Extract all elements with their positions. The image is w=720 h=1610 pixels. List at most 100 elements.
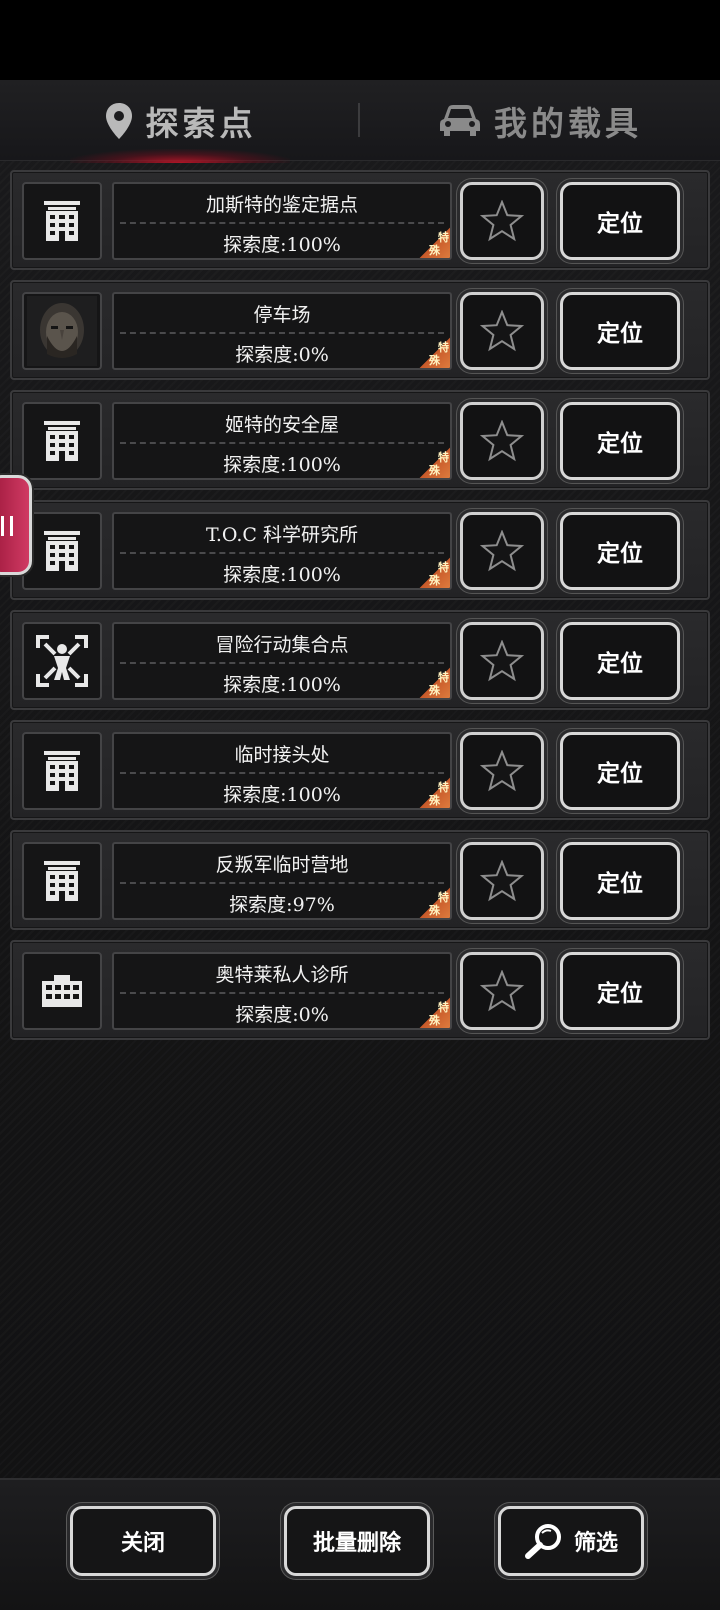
location-icon-frame	[22, 622, 102, 700]
star-icon	[480, 310, 524, 352]
location-name: 奥特莱私人诊所	[215, 964, 349, 986]
special-tag-line1: 特	[438, 781, 449, 794]
close-button-label: 关闭	[120, 1531, 165, 1556]
tab-explore-label: 探索点	[145, 103, 257, 143]
tab-my-vehicles[interactable]: 我的载具	[360, 80, 720, 161]
rally-point-icon	[36, 635, 88, 687]
special-tag-line2: 殊	[429, 904, 440, 917]
dashed-divider	[120, 442, 444, 444]
favorite-star-button[interactable]	[460, 952, 544, 1030]
exploration-progress: 探索度:0%	[235, 1004, 329, 1026]
tab-header: 探索点 我的载具	[0, 80, 720, 163]
exploration-progress: 探索度:0%	[235, 344, 329, 366]
location-info[interactable]: 冒险行动集合点 探索度:100% 特 殊	[112, 622, 452, 700]
special-tag-line2: 殊	[429, 574, 440, 587]
locate-button[interactable]: 定位	[560, 402, 680, 480]
building-icon	[44, 861, 80, 901]
status-bar	[0, 0, 720, 80]
location-info[interactable]: 姬特的安全屋 探索度:100% 特 殊	[112, 402, 452, 480]
building-icon	[44, 751, 80, 791]
location-list: 加斯特的鉴定据点 探索度:100% 特 殊 定位 停车场 探索度:0% 特 殊	[10, 170, 710, 1050]
star-icon	[480, 640, 524, 682]
drawer-handle-icon	[1, 516, 13, 536]
favorite-star-button[interactable]	[460, 622, 544, 700]
exploration-progress: 探索度:100%	[223, 564, 341, 586]
locate-button[interactable]: 定位	[560, 182, 680, 260]
special-tag-badge: 特 殊	[418, 886, 450, 918]
special-tag-line1: 特	[438, 341, 449, 354]
special-tag-line2: 殊	[429, 354, 440, 367]
exploration-progress: 探索度:100%	[223, 784, 341, 806]
active-tab-indicator	[70, 149, 290, 163]
special-tag-line1: 特	[438, 1001, 449, 1014]
locate-button[interactable]: 定位	[560, 512, 680, 590]
location-icon-frame	[22, 292, 102, 370]
side-drawer-handle[interactable]	[0, 475, 32, 575]
batch-delete-button[interactable]: 批量删除	[284, 1506, 430, 1576]
map-pin-icon	[105, 102, 132, 139]
locate-button[interactable]: 定位	[560, 842, 680, 920]
location-row-8: 奥特莱私人诊所 探索度:0% 特 殊 定位	[10, 940, 710, 1040]
special-tag-line2: 殊	[429, 464, 440, 477]
exploration-progress: 探索度:100%	[223, 454, 341, 476]
special-tag-badge: 特 殊	[418, 336, 450, 368]
tab-vehicle-label: 我的载具	[494, 103, 642, 143]
special-tag-badge: 特 殊	[418, 666, 450, 698]
location-info[interactable]: 临时接头处 探索度:100% 特 殊	[112, 732, 452, 810]
location-info[interactable]: 加斯特的鉴定据点 探索度:100% 特 殊	[112, 182, 452, 260]
location-row-4: T.O.C 科学研究所 探索度:100% 特 殊 定位	[10, 500, 710, 600]
location-name: 停车场	[253, 304, 311, 326]
special-tag-line2: 殊	[429, 1014, 440, 1027]
special-tag-badge: 特 殊	[418, 446, 450, 478]
location-info[interactable]: T.O.C 科学研究所 探索度:100% 特 殊	[112, 512, 452, 590]
special-tag-line2: 殊	[429, 244, 440, 257]
clinic-icon	[42, 975, 82, 1007]
location-info[interactable]: 停车场 探索度:0% 特 殊	[112, 292, 452, 370]
tab-divider	[358, 103, 360, 137]
location-info[interactable]: 反叛军临时营地 探索度:97% 特 殊	[112, 842, 452, 920]
car-icon	[440, 104, 480, 136]
favorite-star-button[interactable]	[460, 732, 544, 810]
special-tag-line2: 殊	[429, 684, 440, 697]
exploration-progress: 探索度:100%	[223, 234, 341, 256]
close-button[interactable]: 关闭	[70, 1506, 216, 1576]
building-icon	[44, 421, 80, 461]
favorite-star-button[interactable]	[460, 402, 544, 480]
dashed-divider	[120, 332, 444, 334]
location-info[interactable]: 奥特莱私人诊所 探索度:0% 特 殊	[112, 952, 452, 1030]
location-row-3: 姬特的安全屋 探索度:100% 特 殊 定位	[10, 390, 710, 490]
favorite-star-button[interactable]	[460, 182, 544, 260]
location-icon-frame	[22, 842, 102, 920]
favorite-star-button[interactable]	[460, 292, 544, 370]
location-icon-frame	[22, 952, 102, 1030]
filter-button[interactable]: 筛选	[498, 1506, 644, 1576]
locate-button[interactable]: 定位	[560, 732, 680, 810]
dashed-divider	[120, 222, 444, 224]
location-icon-frame	[22, 512, 102, 590]
star-icon	[480, 200, 524, 242]
favorite-star-button[interactable]	[460, 842, 544, 920]
location-row-7: 反叛军临时营地 探索度:97% 特 殊 定位	[10, 830, 710, 930]
portrait-icon	[27, 296, 97, 366]
filter-button-label: 筛选	[573, 1531, 618, 1556]
star-icon	[480, 860, 524, 902]
location-icon-frame	[22, 732, 102, 810]
tab-explore-points[interactable]: 探索点	[0, 80, 360, 163]
special-tag-line1: 特	[438, 231, 449, 244]
building-icon	[44, 201, 80, 241]
favorite-star-button[interactable]	[460, 512, 544, 590]
special-tag-line1: 特	[438, 671, 449, 684]
dashed-divider	[120, 772, 444, 774]
special-tag-line2: 殊	[429, 794, 440, 807]
locate-button[interactable]: 定位	[560, 622, 680, 700]
locate-button[interactable]: 定位	[560, 292, 680, 370]
location-row-1: 加斯特的鉴定据点 探索度:100% 特 殊 定位	[10, 170, 710, 270]
location-name: 冒险行动集合点	[215, 634, 349, 656]
locate-button[interactable]: 定位	[560, 952, 680, 1030]
special-tag-badge: 特 殊	[418, 226, 450, 258]
location-icon-frame	[22, 402, 102, 480]
dashed-divider	[120, 552, 444, 554]
star-icon	[480, 420, 524, 462]
special-tag-line1: 特	[438, 561, 449, 574]
exploration-progress: 探索度:100%	[223, 674, 341, 696]
